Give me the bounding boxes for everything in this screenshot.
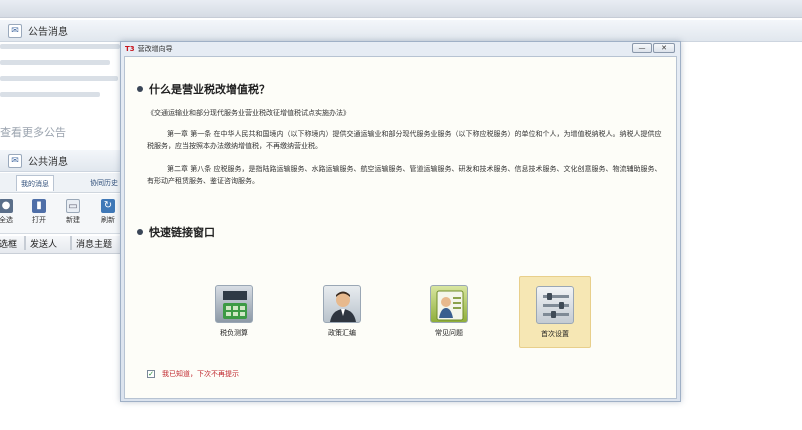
close-button[interactable]: ✕ — [653, 43, 675, 53]
column-divider — [24, 236, 26, 250]
dont-show-again-label[interactable]: 我已知道，下次不再提示 — [162, 369, 239, 379]
select-all-icon: ● — [0, 199, 13, 213]
open-icon: ▮ — [32, 199, 46, 213]
t3-logo: T3 — [125, 44, 135, 53]
more-notice-link[interactable]: 查看更多公告 — [0, 124, 66, 140]
refresh-icon: ↻ — [101, 199, 115, 213]
notice-panel-header: ✉ 公告消息 — [0, 20, 802, 42]
section-what-is-vat-title: 什么是营业税改增值税？ — [149, 83, 270, 96]
section-what-is-vat: 什么是营业税改增值税？ — [137, 81, 270, 97]
person-icon — [323, 285, 361, 323]
message-toolbar: ● 全选 ▮ 打开 ▭ 新建 ↻ 刷新 — [0, 194, 122, 234]
section-quick-links-title: 快速链接窗口 — [149, 226, 215, 239]
quick-link-label: 常见问题 — [435, 329, 463, 337]
settings-icon — [536, 286, 574, 324]
quick-link-label: 政策汇编 — [328, 329, 356, 337]
dont-show-again-row[interactable]: ✓ 我已知道，下次不再提示 — [147, 369, 239, 379]
column-subject[interactable]: 消息主题 — [74, 236, 112, 254]
public-tabs: 我的消息 协同历史 — [0, 173, 122, 193]
open-button[interactable]: ▮ 打开 — [27, 199, 51, 225]
dialog-title: 营改增向导 — [137, 44, 173, 53]
select-all-button[interactable]: ● 全选 — [0, 199, 18, 225]
notice-item[interactable] — [0, 76, 118, 81]
public-panel-header: ✉ 公共消息 — [0, 150, 122, 172]
quick-link-label: 税负测算 — [220, 329, 248, 337]
notice-list — [0, 44, 125, 108]
app-top-bar — [0, 0, 802, 18]
dialog-title-bar[interactable]: T3 营改增向导 — ✕ — [121, 42, 680, 55]
article-eight: 第二章 第八条 应税服务，是指陆路运输服务、水路运输服务、航空运输服务、管道运输… — [147, 165, 662, 185]
public-panel-title: 公共消息 — [28, 157, 68, 168]
message-icon: ✉ — [8, 153, 22, 168]
article-one: 第一章 第一条 在中华人民共和国境内（以下称境内）提供交通运输业和部分现代服务业… — [147, 130, 662, 150]
vat-reform-wizard-dialog: T3 营改增向导 — ✕ 什么是营业税改增值税？ 《交通运输业和部分现代服务业营… — [120, 41, 681, 402]
column-sender[interactable]: 发送人 — [28, 236, 57, 254]
notice-item[interactable] — [0, 44, 120, 49]
notice-item[interactable] — [0, 60, 110, 65]
law-title: 《交通运输业和部分现代服务业营业税改征增值税试点实施办法》 — [147, 109, 350, 117]
minimize-button[interactable]: — — [632, 43, 652, 53]
bullet-icon — [137, 86, 143, 92]
select-all-label: 全选 — [0, 216, 13, 224]
new-label: 新建 — [66, 216, 80, 224]
tab-collab-history[interactable]: 协同历史 — [86, 175, 122, 191]
refresh-button[interactable]: ↻ 刷新 — [96, 199, 120, 225]
faq-icon — [430, 285, 468, 323]
quick-link-first-setup[interactable]: 首次设置 — [519, 276, 591, 348]
column-checkbox[interactable]: 选框 — [0, 236, 17, 254]
message-table-header: 选框 发送人 消息主题 — [0, 236, 122, 254]
refresh-label: 刷新 — [101, 216, 115, 224]
dialog-body: 什么是营业税改增值税？ 《交通运输业和部分现代服务业营业税改征增值税试点实施办法… — [124, 56, 677, 399]
quick-link-label: 首次设置 — [541, 330, 569, 338]
tab-my-messages[interactable]: 我的消息 — [16, 175, 54, 191]
dont-show-again-checkbox[interactable]: ✓ — [147, 370, 155, 378]
quick-link-tax-estimate[interactable]: 税负测算 — [198, 285, 270, 338]
quick-link-policy-compilation[interactable]: 政策汇编 — [306, 285, 378, 338]
quick-link-faq[interactable]: 常见问题 — [413, 285, 485, 338]
bullet-icon — [137, 229, 143, 235]
new-button[interactable]: ▭ 新建 — [61, 199, 85, 225]
notice-item[interactable] — [0, 92, 100, 97]
section-quick-links: 快速链接窗口 — [137, 224, 215, 240]
notice-icon: ✉ — [8, 23, 22, 38]
new-icon: ▭ — [66, 199, 80, 213]
open-label: 打开 — [32, 216, 46, 224]
notice-panel-title: 公告消息 — [28, 27, 68, 38]
column-divider — [70, 236, 72, 250]
calculator-icon — [215, 285, 253, 323]
